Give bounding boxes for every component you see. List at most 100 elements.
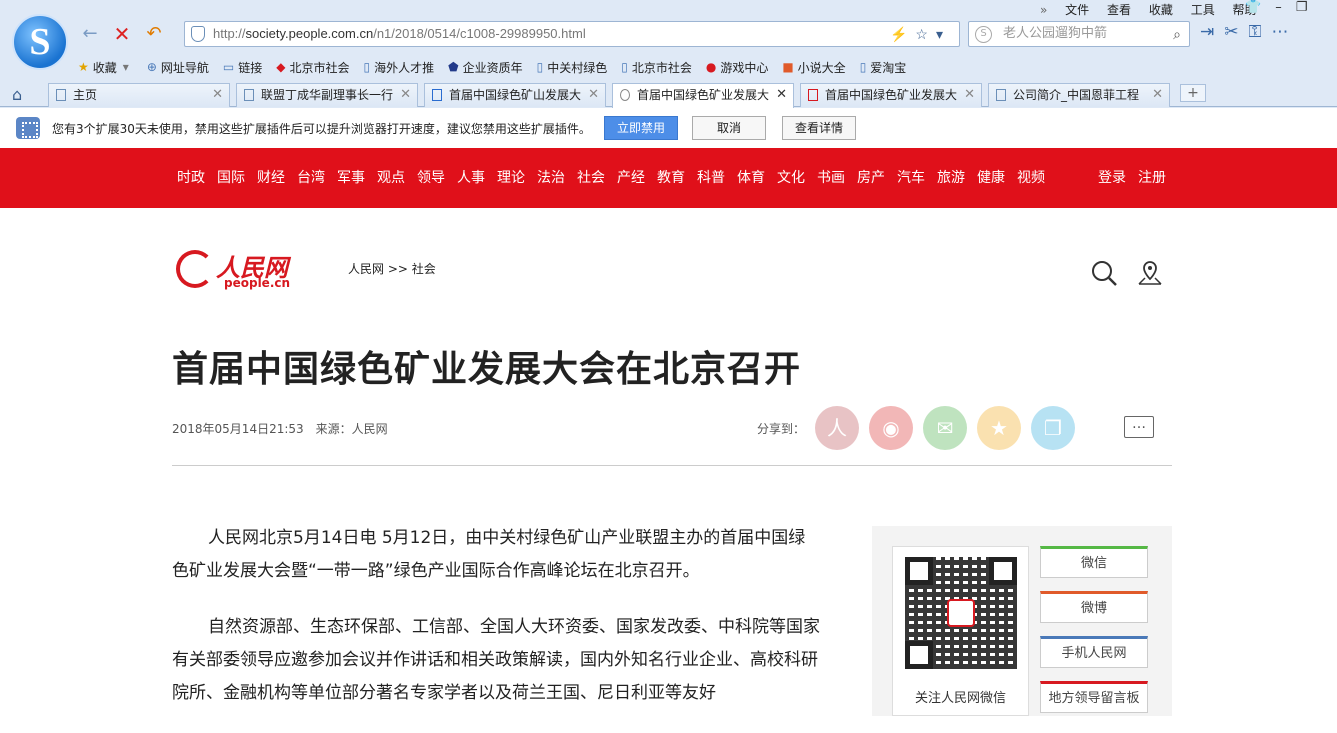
- menu-file[interactable]: 文件: [1065, 3, 1089, 17]
- view-details-button[interactable]: 查看详情: [782, 116, 856, 140]
- weibo-button[interactable]: 微博: [1040, 591, 1148, 623]
- share-qzone-icon[interactable]: ★: [977, 406, 1021, 450]
- disable-extensions-button[interactable]: 立即禁用: [604, 116, 678, 140]
- close-icon[interactable]: ✕: [776, 84, 787, 106]
- nav-item[interactable]: 视频: [1017, 148, 1045, 208]
- lightning-icon[interactable]: ⚡: [890, 26, 915, 42]
- more-icon[interactable]: ⋯: [1271, 22, 1298, 42]
- chevron-down-icon: ▾: [122, 60, 129, 74]
- tab-home[interactable]: 主页 ✕: [48, 83, 230, 107]
- skin-icon[interactable]: 👕: [1245, 0, 1275, 15]
- nav-item[interactable]: 台湾: [297, 148, 325, 208]
- restore-icon[interactable]: ❐: [1296, 0, 1322, 15]
- close-icon[interactable]: ✕: [588, 84, 599, 106]
- share-wechat-icon[interactable]: ✉: [923, 406, 967, 450]
- page-icon: [244, 89, 254, 101]
- nav-item[interactable]: 汽车: [897, 148, 925, 208]
- bookmark-item[interactable]: ▯ 爱淘宝: [860, 56, 921, 78]
- qr-card: 关注人民网微信: [892, 546, 1029, 716]
- nav-item[interactable]: 健康: [977, 148, 1005, 208]
- home-icon[interactable]: ⌂: [12, 85, 22, 104]
- menu-bar: » 文件 查看 收藏 工具 帮助: [1040, 3, 1257, 17]
- nav-item[interactable]: 产经: [617, 148, 645, 208]
- nav-item[interactable]: 军事: [337, 148, 365, 208]
- nav-item[interactable]: 科普: [697, 148, 725, 208]
- nav-item[interactable]: 体育: [737, 148, 765, 208]
- breadcrumb[interactable]: 人民网 >> 社会: [348, 260, 436, 277]
- login-link[interactable]: 登录: [1098, 170, 1126, 186]
- back-icon[interactable]: ←: [78, 22, 102, 46]
- nav-item[interactable]: 财经: [257, 148, 285, 208]
- tab-item[interactable]: 首届中国绿色矿山发展大 ✕: [424, 83, 606, 107]
- nav-item[interactable]: 房产: [857, 148, 885, 208]
- key-icon[interactable]: ⚿: [1249, 22, 1272, 42]
- share-people-icon[interactable]: 人: [815, 406, 859, 450]
- tab-active[interactable]: 首届中国绿色矿业发展大 ✕: [612, 83, 794, 108]
- tab-item[interactable]: 联盟丁成华副理事长一行 ✕: [236, 83, 418, 107]
- bookmark-item[interactable]: ▯ 中关村绿色: [537, 56, 622, 78]
- browser-logo[interactable]: S: [12, 14, 68, 70]
- comment-icon[interactable]: …: [1124, 416, 1154, 438]
- nav-item[interactable]: 教育: [657, 148, 685, 208]
- menu-view[interactable]: 查看: [1107, 3, 1131, 17]
- search-icon[interactable]: [1091, 260, 1117, 286]
- wechat-button[interactable]: 微信: [1040, 546, 1148, 578]
- bookmark-item[interactable]: ▯ 北京市社会: [621, 56, 706, 78]
- extension-icon: [16, 117, 40, 139]
- tab-item[interactable]: 首届中国绿色矿业发展大 ✕: [800, 83, 982, 107]
- toolbar-icons: ⇥✂⚿⋯: [1200, 22, 1298, 42]
- bookmark-item[interactable]: ▯ 海外人才推: [364, 56, 449, 78]
- address-bar[interactable]: http://society.people.com.cn/n1/2018/051…: [184, 21, 960, 47]
- cancel-button[interactable]: 取消: [692, 116, 766, 140]
- nav-item[interactable]: 领导: [417, 148, 445, 208]
- nav-item[interactable]: 书画: [817, 148, 845, 208]
- minimize-icon[interactable]: –: [1275, 0, 1296, 15]
- folder-icon: ▭: [222, 60, 235, 74]
- page-icon: ▯: [536, 60, 544, 74]
- undo-icon[interactable]: ↶: [142, 22, 166, 46]
- stop-icon[interactable]: ✕: [110, 22, 134, 46]
- article-source[interactable]: 来源：人民网: [316, 422, 388, 436]
- close-icon[interactable]: ✕: [1152, 84, 1163, 106]
- bookmark-item[interactable]: ⬟ 企业资质年: [448, 56, 536, 78]
- bookmark-item[interactable]: ● 游戏中心: [706, 56, 783, 78]
- nav-item[interactable]: 社会: [577, 148, 605, 208]
- new-tab-button[interactable]: +: [1180, 84, 1206, 102]
- paw-icon: [432, 89, 442, 101]
- message-board-button[interactable]: 地方领导留言板: [1040, 681, 1148, 713]
- nav-item[interactable]: 法治: [537, 148, 565, 208]
- nav-item[interactable]: 文化: [777, 148, 805, 208]
- tools-icon[interactable]: ✂: [1224, 22, 1248, 42]
- star-icon[interactable]: ☆: [915, 26, 936, 42]
- nav-item[interactable]: 国际: [217, 148, 245, 208]
- menu-tools[interactable]: 工具: [1191, 3, 1215, 17]
- nav-item[interactable]: 时政: [177, 148, 205, 208]
- nav-item[interactable]: 人事: [457, 148, 485, 208]
- people-logo[interactable]: 人民网 people.cn: [176, 248, 296, 292]
- register-link[interactable]: 注册: [1138, 170, 1166, 186]
- site-icon: [808, 89, 818, 101]
- location-icon[interactable]: [1137, 260, 1163, 286]
- shield-icon: [191, 26, 205, 42]
- mobile-people-button[interactable]: 手机人民网: [1040, 636, 1148, 668]
- tab-item[interactable]: 公司简介_中国恩菲工程 ✕: [988, 83, 1170, 107]
- nav-item[interactable]: 旅游: [937, 148, 965, 208]
- share-copy-icon[interactable]: ❐: [1031, 406, 1075, 450]
- nav-item[interactable]: 理论: [497, 148, 525, 208]
- bookmark-item[interactable]: ◆ 北京市社会: [276, 56, 363, 78]
- login-icon[interactable]: ⇥: [1200, 22, 1224, 42]
- bookmark-item[interactable]: ★ 收藏 ▾: [78, 56, 147, 78]
- search-input[interactable]: S 老人公园遛狗中箭 ⌕: [968, 21, 1190, 47]
- share-weibo-icon[interactable]: ◉: [869, 406, 913, 450]
- bookmark-item[interactable]: ▭ 链接: [223, 56, 276, 78]
- search-icon[interactable]: ⌕: [1173, 23, 1181, 47]
- bookmark-item[interactable]: ■ 小说大全: [782, 56, 859, 78]
- close-icon[interactable]: ✕: [212, 84, 223, 106]
- nav-item[interactable]: 观点: [377, 148, 405, 208]
- qr-corner: [905, 641, 933, 669]
- bookmark-item[interactable]: ⊕ 网址导航: [147, 56, 223, 78]
- close-icon[interactable]: ✕: [964, 84, 975, 106]
- close-icon[interactable]: ✕: [400, 84, 411, 106]
- menu-favorites[interactable]: 收藏: [1149, 3, 1173, 17]
- chevron-down-icon[interactable]: ▾: [936, 26, 951, 42]
